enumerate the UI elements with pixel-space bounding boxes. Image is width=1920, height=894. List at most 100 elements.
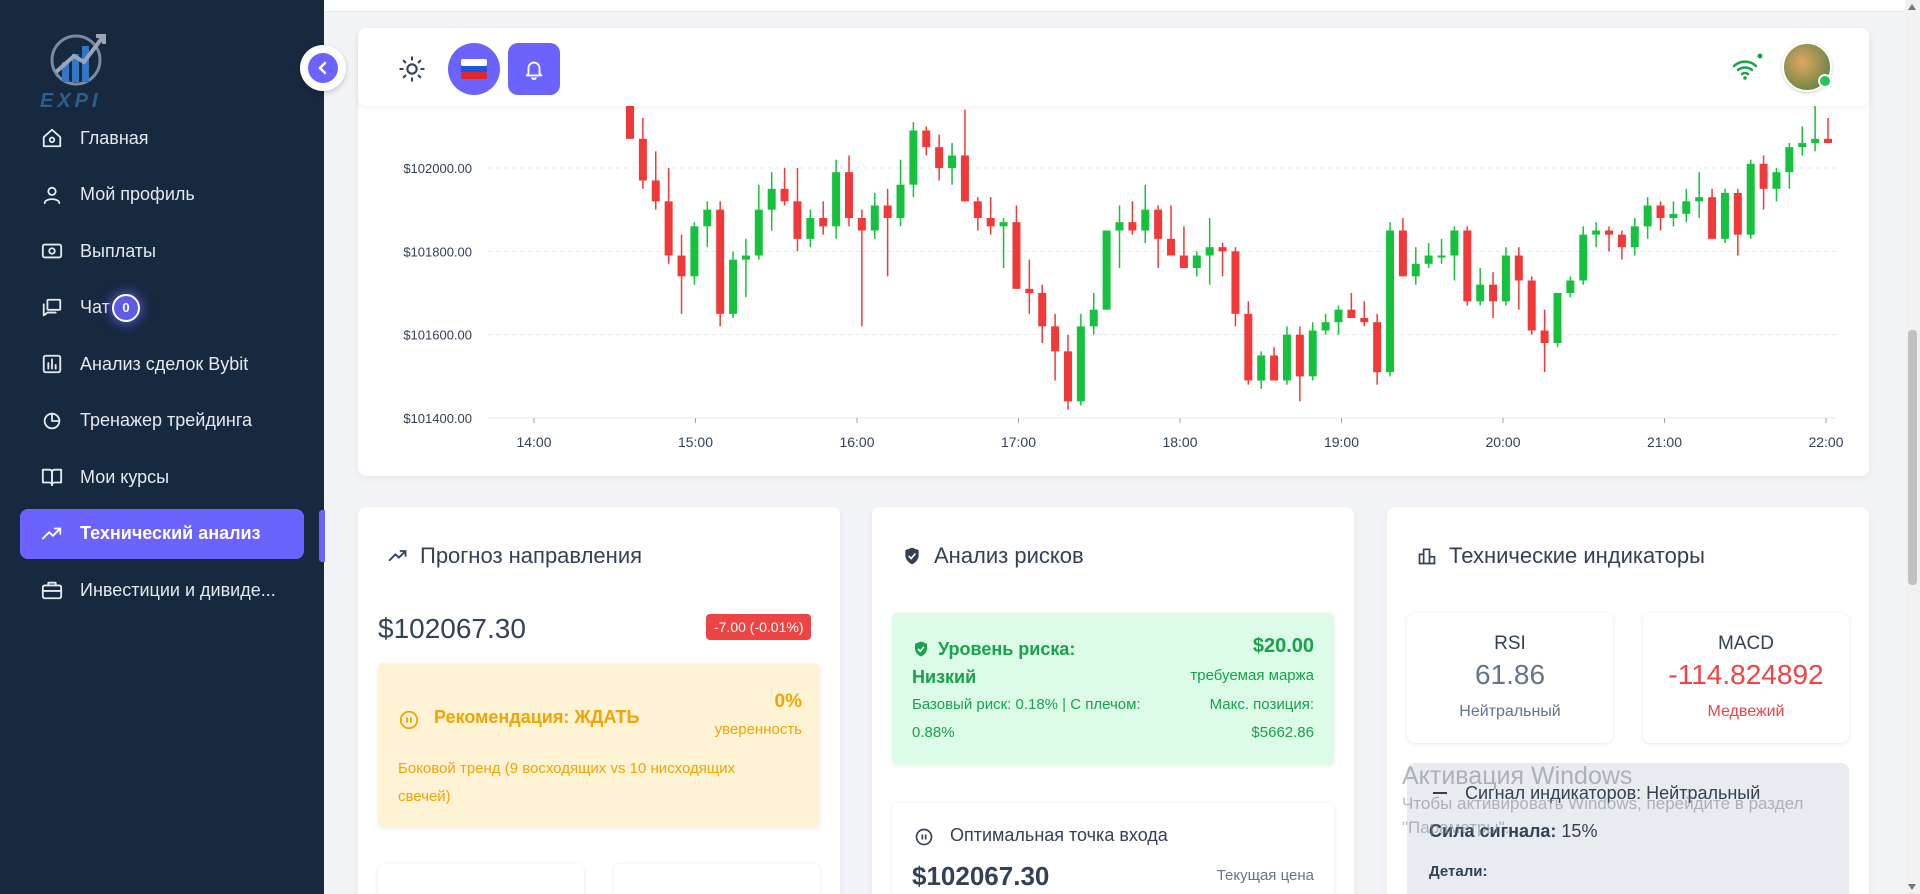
candle-body xyxy=(909,130,918,185)
sun-icon xyxy=(399,56,425,82)
candle-body xyxy=(973,201,982,218)
candle-body xyxy=(1656,205,1665,218)
candle-body xyxy=(1154,209,1163,239)
candle-body xyxy=(1076,326,1085,402)
russia-flag-icon xyxy=(461,59,487,79)
candle-body xyxy=(1321,322,1330,331)
macd-indicator: MACD -114.824892 Медвежий xyxy=(1643,613,1849,743)
candle-body xyxy=(1141,209,1150,231)
scroll-thumb[interactable] xyxy=(1908,330,1917,585)
sidebar-item-label: Мои курсы xyxy=(80,466,170,487)
rsi-status: Нейтральный xyxy=(1459,703,1561,720)
max-position-value: $5662.86 xyxy=(1251,724,1314,741)
shield-icon xyxy=(905,547,919,565)
page-scrollbar[interactable] xyxy=(1905,0,1920,894)
x-tick-label: 15:00 xyxy=(678,434,713,450)
x-tick-label: 20:00 xyxy=(1485,434,1520,450)
candle-body xyxy=(767,188,776,210)
briefcase-icon xyxy=(40,578,64,602)
y-tick-label: $102000.00 xyxy=(403,161,472,176)
sidebar-item-trading-simulator[interactable]: Тренажер трейдинга xyxy=(20,396,304,446)
candle-body xyxy=(690,226,699,277)
candle-body xyxy=(1167,238,1176,256)
signal-strength: Сила сигнала: 15% xyxy=(1429,821,1597,842)
indicator-signal-box: Сигнал индикаторов: Нейтральный Сила сиг… xyxy=(1407,763,1849,894)
candle-body xyxy=(638,138,647,181)
candle-body xyxy=(806,218,815,239)
candle-body xyxy=(1592,230,1601,235)
bar-chart-icon xyxy=(40,352,64,376)
candle-body xyxy=(844,172,853,218)
rsi-indicator: RSI 61.86 Нейтральный xyxy=(1407,613,1613,743)
candle-body xyxy=(1682,201,1691,214)
candle-body xyxy=(999,222,1008,227)
sidebar-item-payouts[interactable]: Выплаты xyxy=(20,226,304,276)
forecast-title-text: Прогноз направления xyxy=(420,543,643,568)
sidebar-item-investments[interactable]: Инвестиции и дивиде... xyxy=(20,565,304,615)
candle-body xyxy=(883,205,892,218)
candle-body xyxy=(1566,280,1575,293)
sidebar-item-label: Главная xyxy=(80,127,149,148)
sidebar-item-my-courses[interactable]: Мои курсы xyxy=(20,452,304,502)
confidence-value: 0% xyxy=(774,691,802,712)
candle-body xyxy=(922,130,931,148)
candle-body xyxy=(1257,355,1266,381)
entry-point-box: Оптимальная точка входа $102067.30 Текущ… xyxy=(892,803,1334,894)
sidebar-item-technical-analysis[interactable]: Технический анализ xyxy=(20,508,304,559)
signal-details-label: Детали: xyxy=(1429,863,1488,880)
scroll-up-arrow-icon[interactable] xyxy=(1908,4,1916,10)
candle-body xyxy=(1579,234,1588,281)
candle-body xyxy=(1772,172,1781,189)
price-change-badge: -7.00 (-0.01%) xyxy=(706,614,812,640)
candle-body xyxy=(1115,222,1124,231)
candle-body xyxy=(1630,226,1639,248)
sidebar-item-profile[interactable]: Мой профиль xyxy=(20,170,304,220)
trending-up-icon xyxy=(388,550,407,562)
pause-circle-icon xyxy=(399,710,419,730)
candle-body xyxy=(1540,330,1549,343)
candle-body xyxy=(741,255,750,260)
sidebar-item-home[interactable]: Главная xyxy=(20,113,304,163)
notifications-button[interactable] xyxy=(508,43,560,95)
candle-body xyxy=(896,184,905,218)
chevron-left-icon xyxy=(308,53,338,83)
entry-point-label: Текущая цена xyxy=(1216,867,1314,884)
entry-point-title: Оптимальная точка входа xyxy=(950,825,1168,845)
risk-title: Анализ рисков xyxy=(902,543,1084,569)
macd-value: -114.824892 xyxy=(1668,659,1824,690)
scroll-down-arrow-icon[interactable] xyxy=(1908,884,1916,890)
candle-body xyxy=(729,259,738,314)
y-tick-label: $101400.00 xyxy=(403,411,472,426)
logo-text: EXPI xyxy=(40,90,102,112)
user-icon xyxy=(40,183,64,207)
sidebar-collapse-button[interactable] xyxy=(300,45,346,91)
language-button[interactable] xyxy=(448,43,500,95)
candle-body xyxy=(1811,138,1820,143)
candle-body xyxy=(1605,230,1614,235)
theme-toggle-button[interactable] xyxy=(386,43,438,95)
candle-body xyxy=(1450,230,1459,256)
candle-body xyxy=(793,201,802,239)
rsi-value: 61.86 xyxy=(1474,659,1546,690)
candle-body xyxy=(1386,230,1395,373)
x-tick-label: 19:00 xyxy=(1324,434,1359,450)
sidebar-item-label: Технический анализ xyxy=(80,523,261,543)
candle-body xyxy=(1695,197,1704,202)
candle-body xyxy=(1063,351,1072,402)
risk-level-text: Уровень риска: Низкий xyxy=(912,639,1076,687)
candle-body xyxy=(1282,334,1291,381)
candle-body xyxy=(1347,309,1356,318)
macd-status: Медвежий xyxy=(1707,703,1785,720)
candle-body xyxy=(1785,147,1794,173)
candle-body xyxy=(664,201,673,256)
sidebar-item-chat[interactable]: Чат 0 xyxy=(20,283,304,333)
candle-body xyxy=(703,209,712,227)
candle-body xyxy=(1463,230,1472,302)
candle-body xyxy=(1643,205,1652,227)
top-strip xyxy=(324,0,1920,12)
candle-body xyxy=(1720,193,1729,239)
sidebar-item-bybit-analysis[interactable]: Анализ сделок Bybit xyxy=(20,339,304,389)
chat-icon xyxy=(40,296,64,320)
user-avatar[interactable] xyxy=(1782,42,1832,92)
required-margin-label: требуемая маржа xyxy=(1190,667,1314,684)
